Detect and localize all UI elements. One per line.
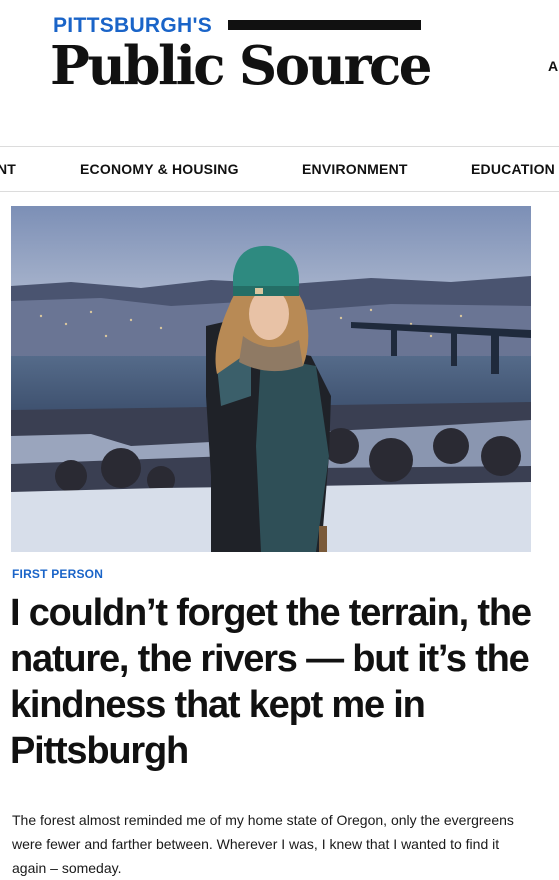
logo-bar	[228, 20, 421, 30]
header-edge-text[interactable]: A	[548, 58, 558, 74]
site-logo[interactable]: PITTSBURGH'S Public Source	[50, 12, 433, 108]
nav-item-education[interactable]: EDUCATION	[471, 161, 555, 177]
article-kicker[interactable]: FIRST PERSON	[12, 567, 103, 581]
hero-photo	[11, 206, 531, 552]
hero-image	[11, 206, 531, 552]
logo-wordmark: Public Source	[50, 35, 433, 97]
article-headline[interactable]: I couldn’t forget the terrain, the natur…	[10, 590, 550, 774]
section-nav: NT ECONOMY & HOUSING ENVIRONMENT EDUCATI…	[0, 146, 559, 192]
nav-item-environment[interactable]: ENVIRONMENT	[302, 161, 408, 177]
nav-item-economy-housing[interactable]: ECONOMY & HOUSING	[80, 161, 239, 177]
nav-item-partial[interactable]: NT	[0, 161, 16, 177]
article-dek: The forest almost reminded me of my home…	[12, 812, 514, 876]
site-header: PITTSBURGH'S Public Source A	[0, 0, 559, 146]
